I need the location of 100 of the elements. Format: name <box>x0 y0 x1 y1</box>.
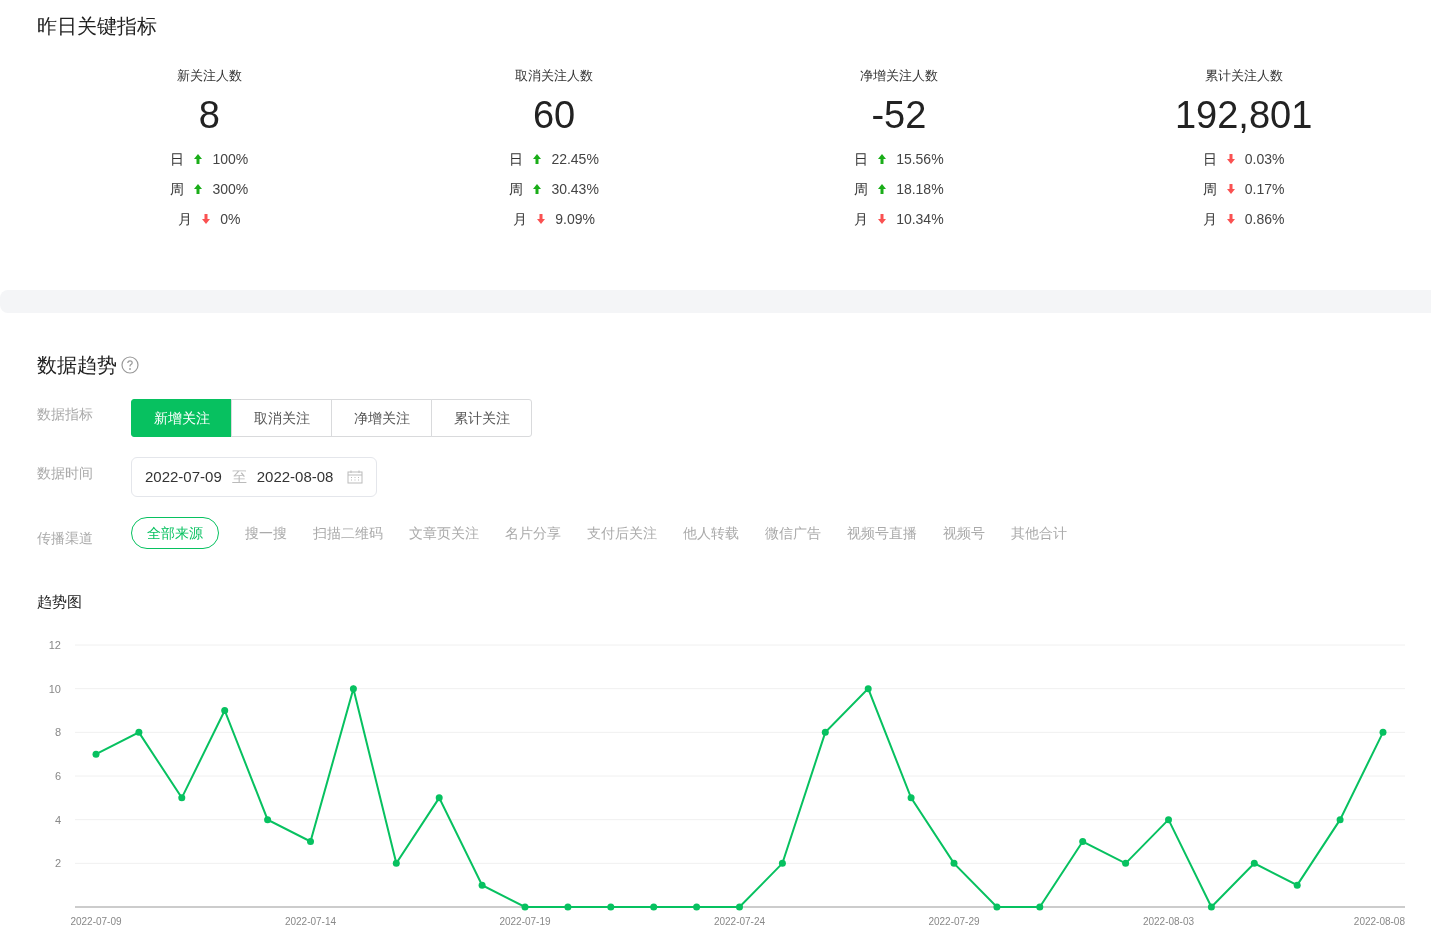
metric-tab[interactable]: 新增关注 <box>131 399 232 437</box>
channel-option[interactable]: 扫描二维码 <box>313 517 383 549</box>
x-axis-label: 2022-07-24 <box>713 916 766 927</box>
metric-label: 新关注人数 <box>176 67 242 85</box>
y-axis-label: 10 <box>48 682 61 695</box>
period-label: 月 <box>1202 210 1217 229</box>
metric-tab[interactable]: 取消关注 <box>231 399 332 437</box>
data-point <box>864 685 872 693</box>
metric-value: 192,801 <box>1174 93 1313 137</box>
change-value: 30.43% <box>551 180 599 199</box>
period-label: 日 <box>854 150 869 169</box>
change-value: 0.17% <box>1244 180 1285 199</box>
data-point <box>1336 816 1344 824</box>
data-point <box>1293 881 1301 889</box>
section-title: 数据趋势 <box>37 353 117 378</box>
period-label: 日 <box>170 150 185 169</box>
data-point <box>349 685 357 693</box>
metric-tab[interactable]: 累计关注 <box>431 399 532 437</box>
metric-value: 8 <box>198 93 220 137</box>
metric-value: -52 <box>871 93 927 137</box>
y-axis-label: 12 <box>48 639 61 651</box>
section-title: 昨日关键指标 <box>37 14 158 39</box>
data-point <box>736 903 743 911</box>
y-axis-label: 6 <box>54 770 61 782</box>
period-label: 周 <box>509 180 524 199</box>
metric-label: 取消关注人数 <box>515 67 594 85</box>
data-point <box>1165 816 1172 824</box>
change-value: 10.34% <box>896 210 944 229</box>
period-label: 月 <box>513 210 528 229</box>
channel-option[interactable]: 其他合计 <box>1011 517 1067 549</box>
data-point <box>521 903 529 911</box>
data-point <box>392 859 400 867</box>
data-point <box>607 903 615 911</box>
metric-label: 累计关注人数 <box>1204 67 1283 85</box>
change-value: 100% <box>212 150 249 169</box>
calendar-icon[interactable] <box>347 470 364 484</box>
data-point <box>693 903 701 911</box>
x-axis-label: 2022-07-19 <box>499 916 551 927</box>
change-value: 0.86% <box>1244 210 1285 229</box>
period-label: 日 <box>1202 150 1217 169</box>
data-point <box>778 859 786 867</box>
help-icon[interactable] <box>121 356 139 374</box>
start-date: 2022-07-09 <box>145 466 222 487</box>
data-point <box>1079 838 1087 845</box>
change-value: 0.03% <box>1244 150 1285 169</box>
change-value: 18.18% <box>896 180 944 199</box>
data-point <box>264 816 272 824</box>
change-value: 300% <box>212 180 249 199</box>
change-value: 15.56% <box>896 150 944 169</box>
y-axis-label: 4 <box>54 813 61 826</box>
data-point <box>135 728 143 736</box>
data-point <box>1207 903 1215 911</box>
x-axis-label: 2022-07-29 <box>928 916 980 927</box>
data-point <box>307 838 314 845</box>
chart-title: 趋势图 <box>37 592 83 612</box>
data-point <box>564 903 572 911</box>
data-point <box>993 903 1001 911</box>
period-label: 周 <box>854 180 869 199</box>
change-value: 22.45% <box>551 150 599 169</box>
data-point <box>821 728 829 736</box>
metric-value: 60 <box>533 93 576 137</box>
metric-label: 净增关注人数 <box>859 67 938 85</box>
change-value: 9.09% <box>555 210 595 229</box>
channel-option[interactable]: 搜一搜 <box>245 517 287 549</box>
channel-option[interactable]: 他人转载 <box>683 517 739 549</box>
x-axis-label: 2022-08-08 <box>1353 916 1405 927</box>
field-label: 传播渠道 <box>37 528 94 548</box>
channel-option[interactable]: 视频号 <box>943 517 985 549</box>
x-axis-label: 2022-07-14 <box>284 916 337 927</box>
data-point <box>1250 859 1258 867</box>
channel-option[interactable]: 微信广告 <box>765 517 821 549</box>
change-value: 0% <box>220 210 241 229</box>
data-point <box>178 794 186 802</box>
x-axis-label: 2022-07-09 <box>70 916 122 927</box>
period-label: 周 <box>170 180 185 199</box>
data-point <box>221 707 229 714</box>
period-label: 月 <box>178 210 193 229</box>
channel-option[interactable]: 视频号直播 <box>847 517 917 549</box>
channel-option[interactable]: 名片分享 <box>505 517 561 549</box>
x-axis-label: 2022-08-03 <box>1142 916 1195 927</box>
y-axis-label: 8 <box>54 726 61 739</box>
data-point <box>1122 859 1130 867</box>
channel-option[interactable]: 文章页关注 <box>409 517 479 549</box>
metric-tab[interactable]: 净增关注 <box>331 399 432 437</box>
period-label: 周 <box>1202 180 1217 199</box>
end-date: 2022-08-08 <box>256 466 334 487</box>
y-axis-label: 2 <box>54 857 61 870</box>
data-point <box>478 881 486 889</box>
data-point <box>1036 903 1044 911</box>
date-range-field[interactable]: 2022-07-09 至 2022-08-08 <box>131 457 378 497</box>
data-point <box>1379 728 1387 736</box>
field-label: 数据指标 <box>37 405 94 424</box>
range-separator: 至 <box>231 466 247 487</box>
period-label: 日 <box>509 150 524 169</box>
field-label: 数据时间 <box>37 464 94 483</box>
channel-option[interactable]: 支付后关注 <box>587 517 657 549</box>
data-point <box>435 794 443 802</box>
period-label: 月 <box>854 210 869 229</box>
data-point <box>650 903 658 911</box>
data-point <box>950 859 958 867</box>
